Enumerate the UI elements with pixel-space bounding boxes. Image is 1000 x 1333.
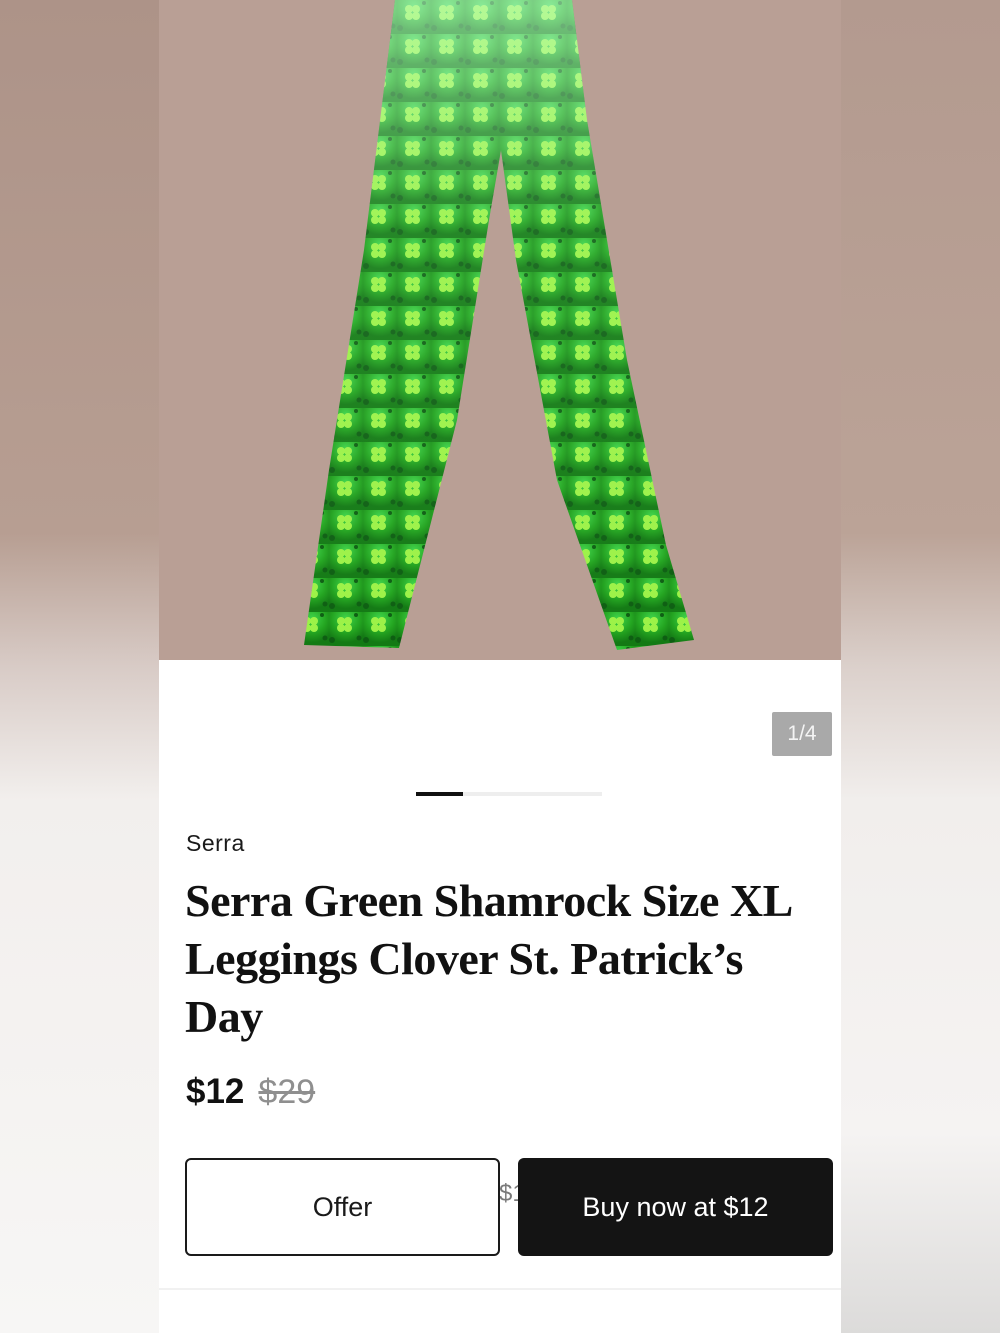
shamrock-leggings-image [159, 0, 841, 660]
right-blurred-backdrop [841, 0, 1000, 1333]
current-price: $12 [186, 1072, 245, 1111]
listing-screen: 1/4 Serra Serra Green Shamrock Size XL L… [159, 0, 841, 1333]
gallery-progress-bar [416, 792, 602, 796]
section-divider [159, 1288, 841, 1290]
brand-name[interactable]: Serra [186, 830, 245, 857]
gallery-progress-fill [416, 792, 463, 796]
buy-now-button[interactable]: Buy now at $12 [518, 1158, 833, 1256]
price-row: $12 $29 [186, 1072, 315, 1112]
offscreen-price-peek: $1 [499, 1180, 519, 1207]
original-price: $29 [258, 1073, 316, 1111]
image-counter: 1/4 [772, 712, 832, 756]
product-photo[interactable] [159, 0, 841, 660]
listing-title: Serra Green Shamrock Size XL Leggings Cl… [185, 875, 791, 1042]
left-blurred-backdrop [0, 0, 160, 1333]
offer-button[interactable]: Offer [185, 1158, 500, 1256]
